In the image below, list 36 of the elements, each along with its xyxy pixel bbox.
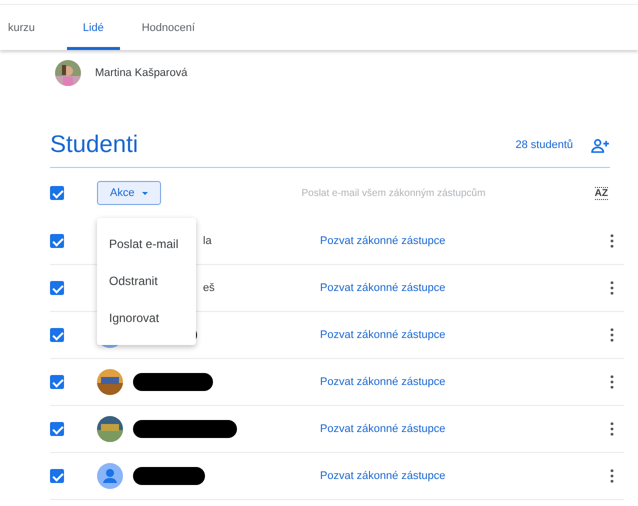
teacher-name: Martina Kašparová <box>95 67 188 79</box>
checkbox[interactable] <box>50 422 64 436</box>
sort-button[interactable]: AZ <box>594 186 608 200</box>
student-name: la <box>203 235 212 247</box>
student-name: eš <box>203 282 215 294</box>
invite-guardians-link[interactable]: Pozvat zákonné zástupce <box>320 282 610 294</box>
more-icon[interactable] <box>610 234 614 248</box>
more-icon[interactable] <box>610 328 614 342</box>
invite-guardians-link[interactable]: Pozvat zákonné zástupce <box>320 235 610 247</box>
caret-icon <box>142 192 148 194</box>
checkbox[interactable] <box>50 234 64 248</box>
menu-item[interactable]: Odstranit <box>97 263 196 300</box>
checkbox[interactable] <box>50 328 64 342</box>
more-icon[interactable] <box>610 375 614 389</box>
section-title: Studenti <box>50 131 140 159</box>
tab[interactable]: Hodnocení <box>142 22 195 50</box>
tab[interactable]: Lidé <box>66 22 120 50</box>
more-icon[interactable] <box>610 281 614 295</box>
avatar-icon <box>97 463 123 489</box>
invite-guardians-link[interactable]: Pozvat zákonné zástupce <box>320 423 610 435</box>
checkbox[interactable] <box>50 375 64 389</box>
more-icon[interactable] <box>610 469 614 483</box>
checkbox[interactable] <box>50 186 64 200</box>
add-person-icon[interactable] <box>591 138 610 152</box>
checkbox[interactable] <box>50 469 64 483</box>
invite-guardians-link[interactable]: Pozvat zákonné zástupce <box>320 470 610 482</box>
redaction-bar <box>133 467 205 485</box>
student-count: 28 studentů <box>516 139 573 151</box>
invite-guardians-link[interactable]: Pozvat zákonné zástupce <box>320 329 610 341</box>
menu-item[interactable]: Poslat e-mail <box>97 226 196 263</box>
checkbox[interactable] <box>50 281 64 295</box>
actions-dropdown[interactable]: Akce <box>97 181 162 205</box>
tab[interactable]: kurzu <box>8 22 35 50</box>
invite-guardians-link[interactable]: Pozvat zákonné zástupce <box>320 376 610 388</box>
more-icon[interactable] <box>610 422 614 436</box>
menu-item[interactable]: Ignorovat <box>97 300 196 337</box>
